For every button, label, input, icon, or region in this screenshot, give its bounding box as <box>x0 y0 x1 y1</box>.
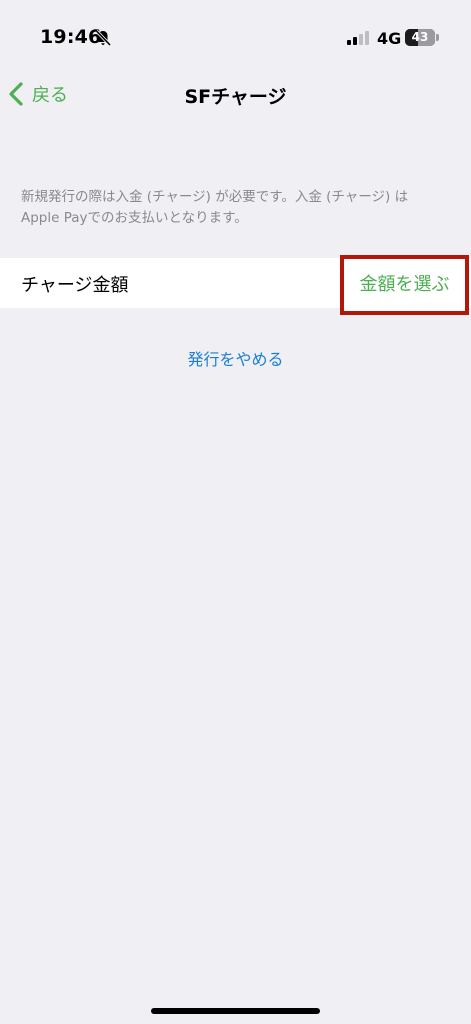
notice-text: 新規発行の際は入金 (チャージ) が必要です。入金 (チャージ) は Apple… <box>21 189 409 226</box>
select-amount-button[interactable]: 金額を選ぶ <box>340 255 469 315</box>
battery-tip <box>436 34 439 41</box>
home-indicator[interactable] <box>151 1008 320 1014</box>
cancel-issuance-link[interactable]: 発行をやめる <box>0 346 471 370</box>
charge-amount-row: チャージ金額 金額を選ぶ <box>0 255 471 315</box>
signal-strength-icon <box>347 31 369 45</box>
page-title: SFチャージ <box>184 86 287 108</box>
status-time: 19:46 <box>40 26 102 48</box>
navigation-bar: 戻る SFチャージ <box>0 74 471 114</box>
battery-level: 43 <box>411 30 429 44</box>
bell-slash-icon <box>95 29 112 47</box>
network-type: 4G <box>377 29 402 48</box>
battery-icon: 43 <box>405 29 435 46</box>
status-bar: 19:46 4G 43 <box>0 0 471 76</box>
charge-amount-label: チャージ金額 <box>21 275 129 296</box>
